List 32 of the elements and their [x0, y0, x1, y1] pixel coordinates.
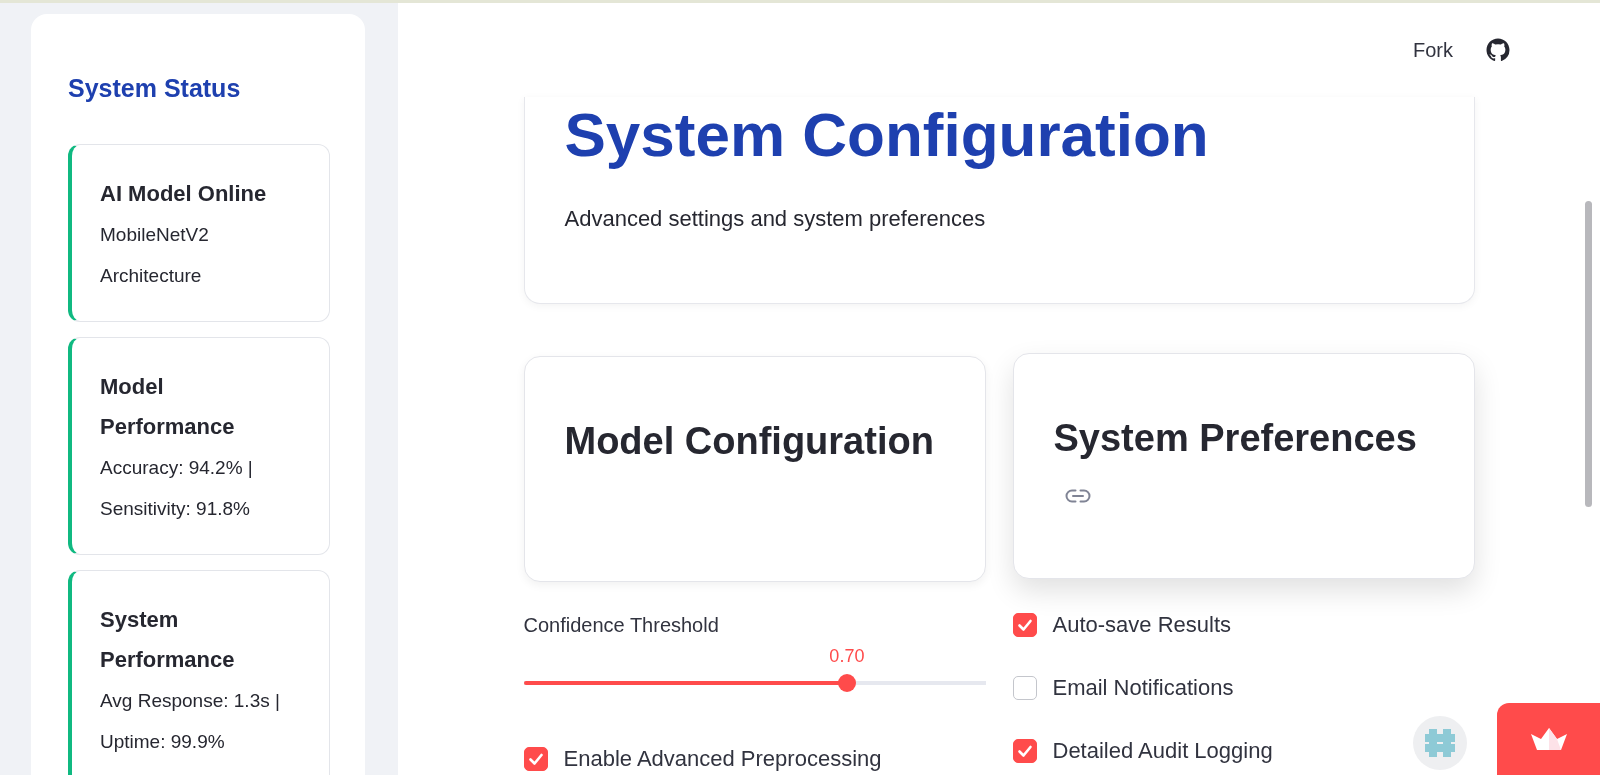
- status-card-title: System Performance: [100, 606, 236, 674]
- crown-icon: [1529, 727, 1568, 751]
- checkbox-label: Email Notifications: [1052, 674, 1234, 702]
- sidebar-title: System Status: [68, 73, 242, 104]
- checkbox[interactable]: [523, 747, 548, 771]
- check-icon: [1016, 617, 1033, 633]
- check-icon: [1016, 743, 1033, 759]
- status-card-text: MobileNetV2 Architecture: [100, 223, 210, 288]
- status-card-title: Model Performance: [100, 373, 236, 441]
- checkbox[interactable]: [1012, 613, 1037, 637]
- status-card-text: Accuracy: 94.2% | Sensitivity: 91.8%: [100, 456, 254, 521]
- slider-label: Confidence Threshold: [523, 613, 720, 638]
- section-title: System Preferences: [1053, 416, 1418, 461]
- check-icon: [527, 751, 544, 767]
- slider-value: 0.70: [829, 645, 865, 668]
- checkbox-label: Detailed Audit Logging: [1052, 737, 1273, 765]
- slider-thumb[interactable]: [837, 674, 856, 692]
- section-title: Model Configuration: [564, 419, 935, 464]
- scrollbar-thumb[interactable]: [1585, 201, 1592, 507]
- checkbox[interactable]: [1012, 676, 1037, 700]
- status-card-title: AI Model Online: [100, 180, 268, 208]
- checkbox[interactable]: [1012, 739, 1037, 763]
- checkbox-label: Enable Advanced Preprocessing: [563, 745, 882, 773]
- fork-button[interactable]: Fork: [1413, 38, 1453, 62]
- manage-app-button[interactable]: [1497, 703, 1600, 775]
- cat-logo-icon[interactable]: [1486, 38, 1510, 62]
- page-subtitle: Advanced settings and system preferences: [564, 205, 987, 233]
- status-card-text: Avg Response: 1.3s | Uptime: 99.9%: [100, 689, 281, 754]
- checkbox-label: Auto-save Results: [1052, 611, 1232, 639]
- page-title: System Configuration: [564, 99, 1210, 171]
- link-icon[interactable]: [1064, 489, 1091, 503]
- hash-icon[interactable]: [1413, 716, 1467, 770]
